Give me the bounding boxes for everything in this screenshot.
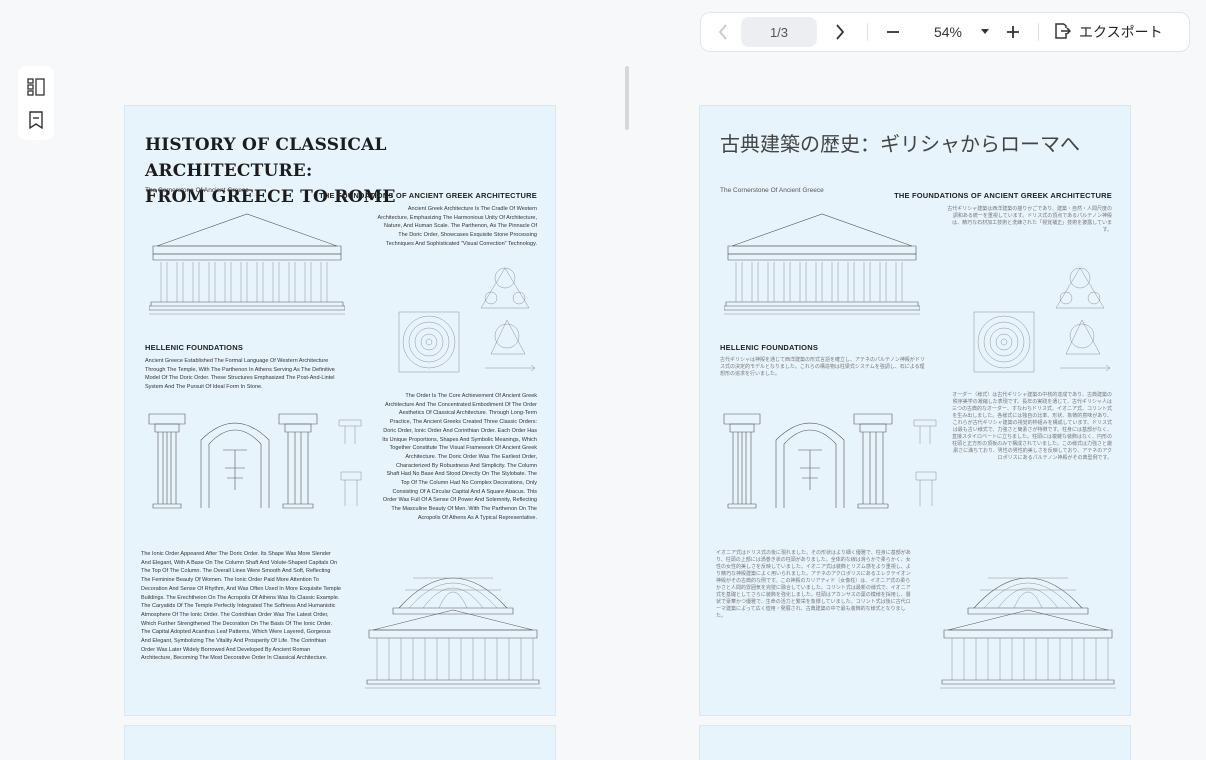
parthenon-illustration	[724, 213, 920, 315]
divider	[1038, 23, 1039, 41]
orders-text-jp: オーダー（様式）は古代ギリシャ建築の中核的達成であり、古典建築の秩序美学の凝縮し…	[952, 392, 1113, 461]
geometry-diagrams	[973, 267, 1111, 373]
left-sidebar	[18, 66, 54, 140]
foundations-text-jp: 古代ギリシャ建築は西洋建築の揺りかごであり、建築・自然・人間尺度の調和ある統一を…	[947, 206, 1112, 233]
page-thumbnails-icon[interactable]	[25, 76, 47, 98]
caret-down-icon[interactable]	[978, 29, 992, 35]
geometry-diagrams	[398, 267, 536, 373]
export-label: エクスポート	[1079, 24, 1163, 40]
divider	[867, 23, 868, 41]
hellenic-text-jp: 古代ギリシャは神殿を通じて西洋建築の形式言語を確立し、アテネのパルテノン神殿がド…	[720, 357, 925, 377]
bookmark-icon[interactable]	[25, 109, 47, 131]
chevron-left-icon[interactable]	[709, 18, 737, 46]
pdf-page-4-preview	[699, 725, 1131, 760]
page-indicator-input[interactable]: 1/3	[741, 17, 817, 47]
zoom-level[interactable]: 54%	[918, 24, 978, 40]
export-icon	[1053, 22, 1072, 43]
orders-text: The Order Is The Core Achievement Of Anc…	[382, 393, 537, 521]
minus-icon[interactable]	[878, 18, 908, 46]
foundations-heading: THE FOUNDATIONS OF ANCIENT GREEK ARCHITE…	[319, 191, 537, 200]
column-orders-illustration	[148, 413, 362, 509]
plus-icon[interactable]	[998, 18, 1028, 46]
foundations-text: Ancient Greek Architecture Is The Cradle…	[377, 206, 537, 247]
title-line-1: HISTORY OF CLASSICAL ARCHITECTURE:	[145, 135, 387, 181]
pantheon-illustration	[940, 577, 1116, 689]
ionic-text: The Ionic Order Appeared After The Doric…	[141, 551, 341, 662]
hellenic-text: Ancient Greece Established The Formal La…	[145, 358, 335, 391]
foundations-heading: THE FOUNDATIONS OF ANCIENT GREEK ARCHITE…	[894, 191, 1112, 200]
hellenic-heading: HELLENIC FOUNDATIONS	[145, 343, 244, 352]
parthenon-caption: The Cornerstone Of Ancient Greece	[145, 187, 249, 194]
parthenon-illustration	[149, 213, 345, 315]
page-title-jp: 古典建築の歴史：ギリシャからローマへ	[720, 132, 1080, 156]
scrollbar[interactable]	[625, 66, 629, 130]
hellenic-heading: HELLENIC FOUNDATIONS	[720, 343, 819, 352]
ionic-text-jp: イオニア式はドリス式の後に現れました。その形状はより細く優雅で、柱身に基部があり…	[716, 550, 911, 619]
export-button[interactable]: エクスポート	[1053, 22, 1163, 43]
pdf-page-3-preview	[124, 725, 556, 760]
column-orders-illustration	[723, 413, 937, 509]
pantheon-illustration	[365, 577, 541, 689]
pdf-toolbar: 1/3 54% エクスポート	[700, 12, 1190, 52]
parthenon-caption: The Cornerstone Of Ancient Greece	[720, 187, 824, 194]
chevron-right-icon[interactable]	[823, 18, 857, 46]
pdf-page-2: 古典建築の歴史：ギリシャからローマへ The Cornerstone Of An…	[699, 105, 1131, 716]
pdf-page-1: HISTORY OF CLASSICAL ARCHITECTURE: FROM …	[124, 105, 556, 716]
